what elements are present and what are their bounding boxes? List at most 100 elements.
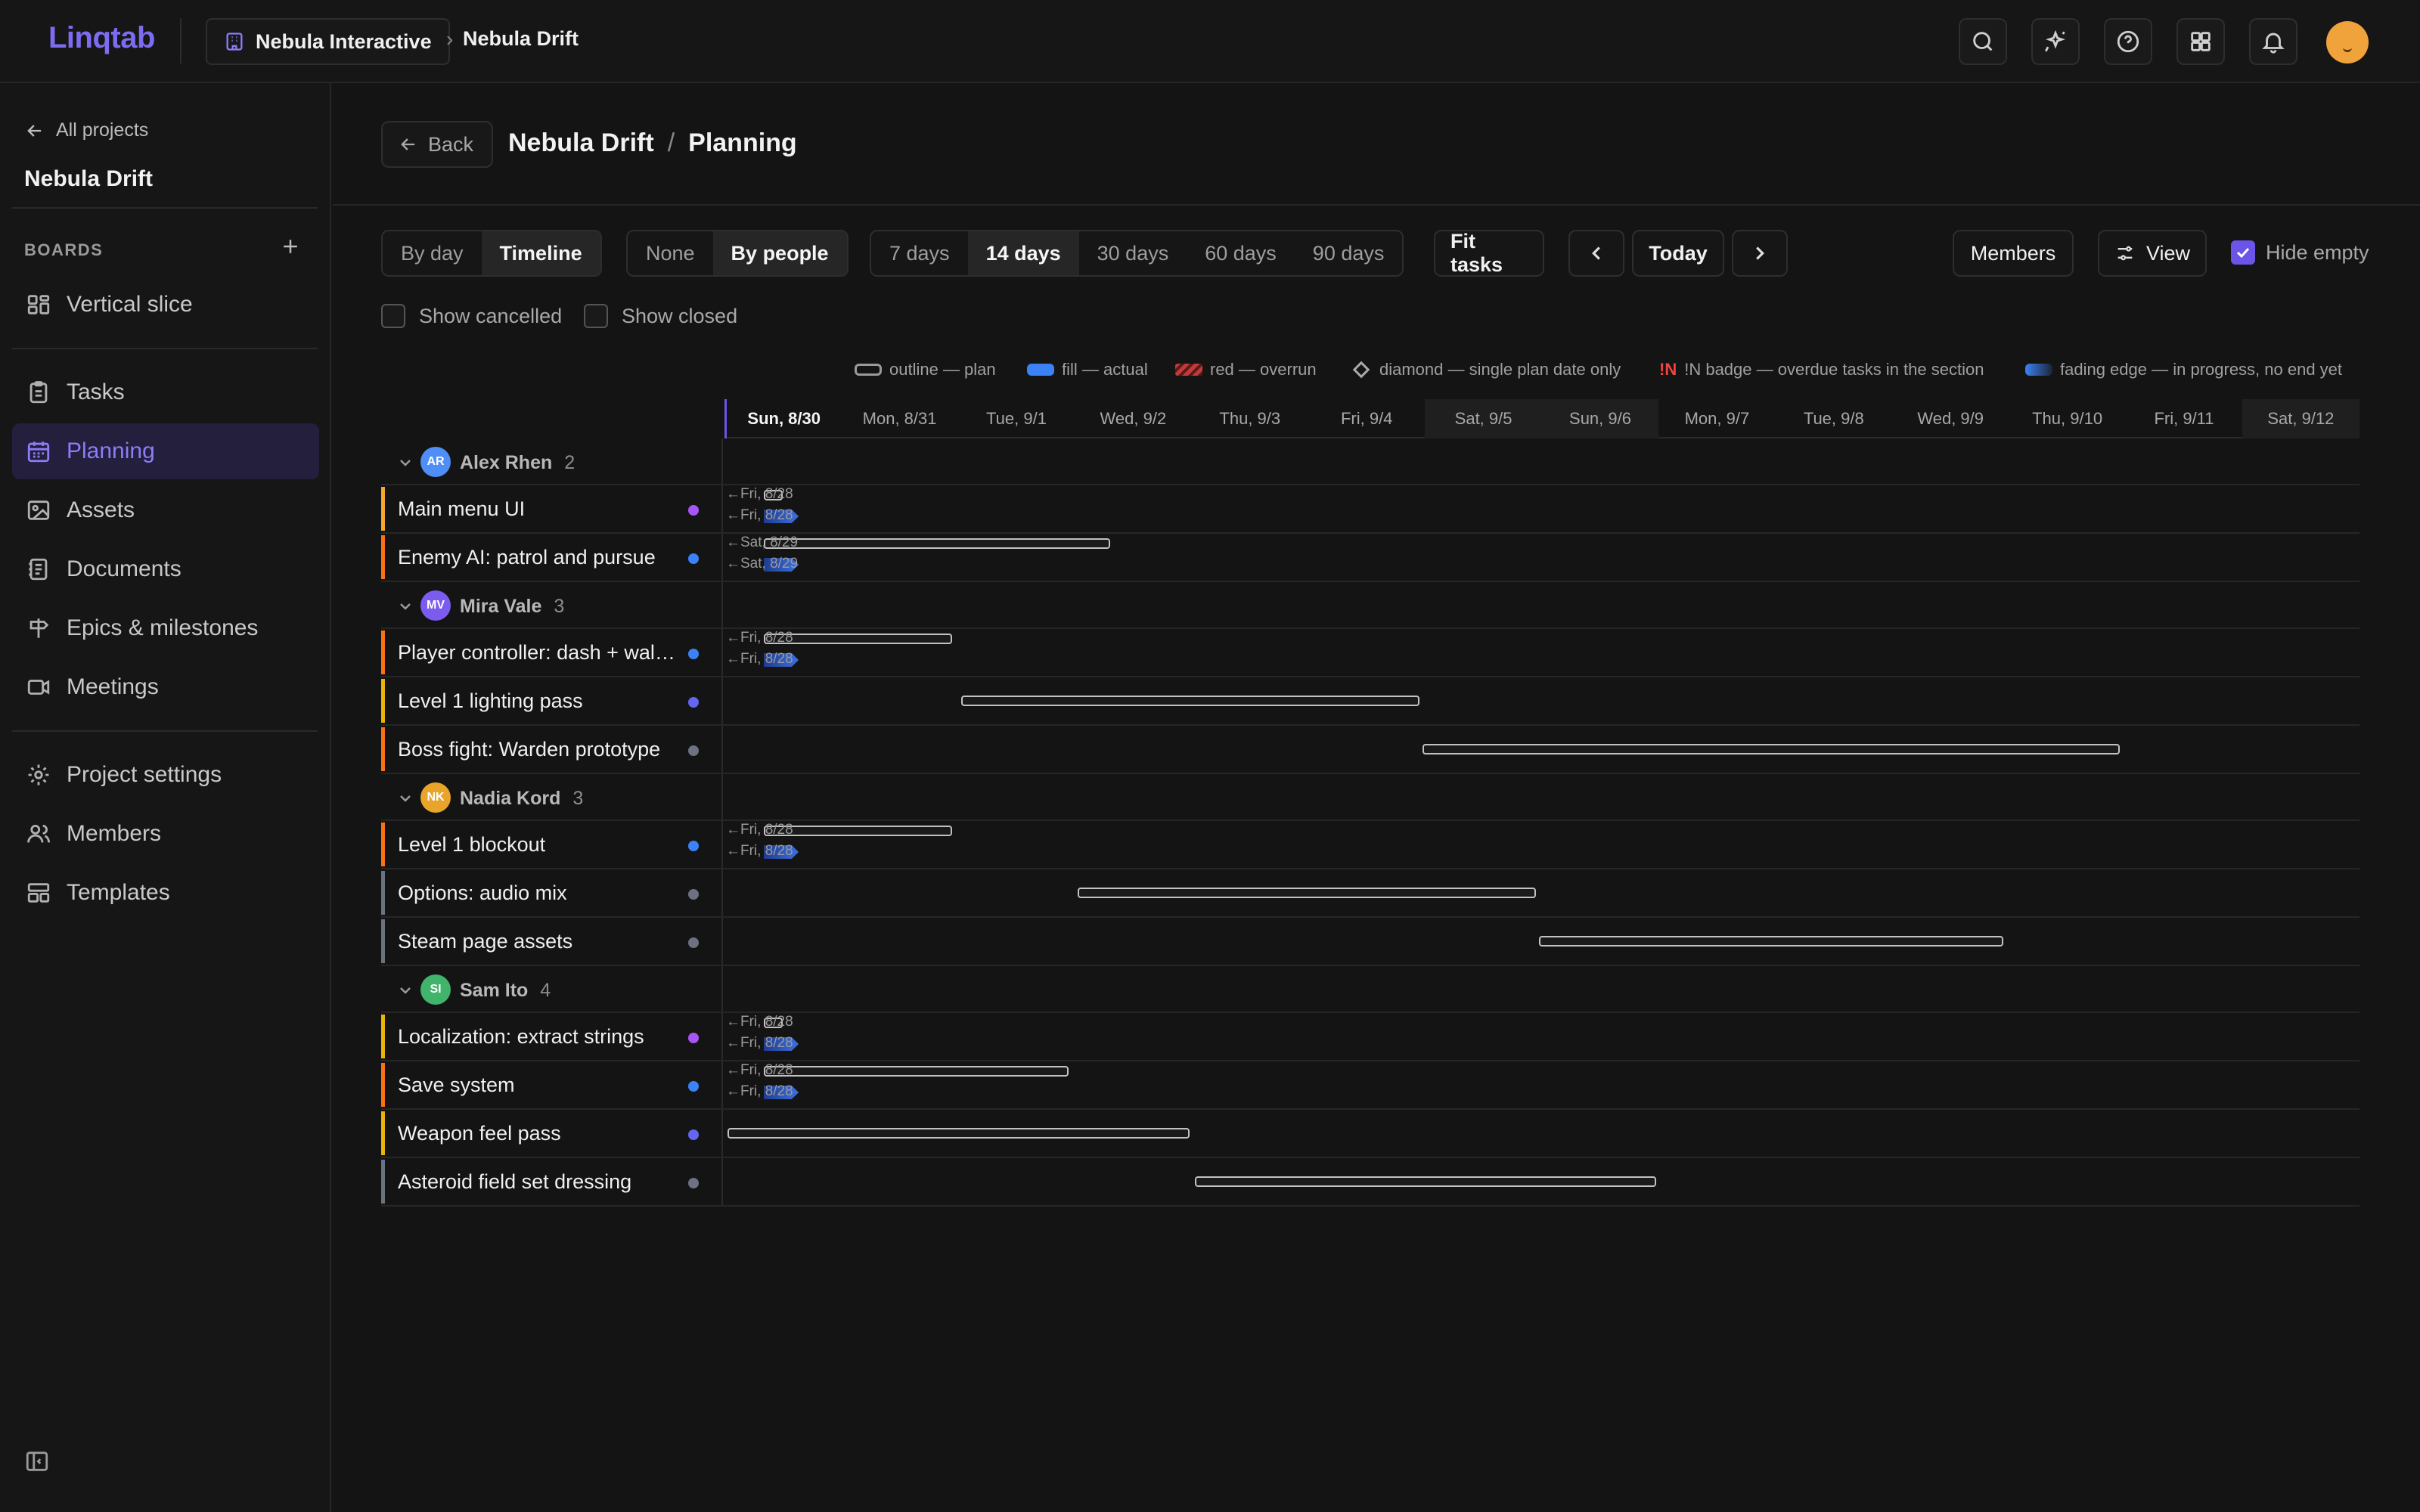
task-name[interactable]: Enemy AI: patrol and pursue [398, 546, 679, 569]
ai-assist-button[interactable] [2031, 18, 2080, 65]
sidebar-item-members[interactable]: Members [12, 806, 319, 862]
task-row[interactable]: Main menu UI ←Fri, 8/28 ←Fri, 8/28 [381, 485, 2360, 534]
notifications-button[interactable] [2249, 18, 2297, 65]
task-name[interactable]: Localization: extract strings [398, 1025, 679, 1049]
people-group-header[interactable]: NK Nadia Kord 3 [381, 774, 2360, 821]
range-30-days[interactable]: 30 days [1079, 231, 1187, 275]
task-row[interactable]: Enemy AI: patrol and pursue ←Sat, 8/29 ←Sa… [381, 534, 2360, 582]
next-button[interactable] [1732, 230, 1788, 277]
task-name[interactable]: Weapon feel pass [398, 1122, 679, 1145]
task-name[interactable]: Boss fight: Warden prototype [398, 738, 679, 761]
task-row[interactable]: Boss fight: Warden prototype [381, 726, 2360, 774]
apps-grid-icon [2191, 32, 2211, 51]
chevron-down-icon[interactable] [396, 789, 414, 807]
task-row[interactable]: Level 1 blockout ←Fri, 8/28 ←Fri, 8/28 [381, 821, 2360, 869]
plan-bar[interactable] [960, 696, 1419, 706]
apps-button[interactable] [2176, 18, 2225, 65]
person-name: Alex Rhen [460, 452, 553, 473]
task-name[interactable]: Steam page assets [398, 930, 679, 953]
plan-bar[interactable] [764, 1066, 1069, 1077]
plan-bar[interactable] [1194, 1176, 1657, 1187]
chevron-down-icon[interactable] [396, 454, 414, 472]
back-button[interactable]: Back [381, 121, 494, 168]
sidebar-item-templates[interactable]: Templates [12, 865, 319, 921]
fit-tasks-button[interactable]: Fit tasks [1434, 230, 1544, 277]
task-status-stripe [381, 1160, 385, 1204]
sidebar-item-label: Tasks [67, 380, 125, 404]
prev-button[interactable] [1568, 230, 1624, 277]
sidebar-item-documents[interactable]: Documents [12, 541, 319, 597]
mode-by-day[interactable]: By day [383, 231, 482, 275]
people-group-header[interactable]: AR Alex Rhen 2 [381, 438, 2360, 485]
collapse-sidebar-icon[interactable] [24, 1448, 50, 1474]
actual-start-label: ←Sat, 8/29 [726, 556, 799, 572]
breadcrumb-project[interactable]: Nebula Drift [463, 27, 579, 51]
task-row[interactable]: Save system ←Fri, 8/28 ←Fri, 8/28 [381, 1061, 2360, 1110]
today-button[interactable]: Today [1632, 230, 1724, 277]
help-button[interactable] [2104, 18, 2152, 65]
show-closed-checkbox[interactable] [584, 304, 608, 328]
plan-bar[interactable] [1539, 936, 2003, 947]
task-name[interactable]: Level 1 lighting pass [398, 689, 679, 713]
clipboard-icon [29, 381, 48, 404]
plan-start-label: ←Fri, 8/28 [726, 486, 793, 502]
range-60-days[interactable]: 60 days [1187, 231, 1295, 275]
sidebar-item-vertical-slice[interactable]: Vertical slice [12, 277, 319, 333]
plan-bar[interactable] [1422, 744, 2121, 754]
sidebar-item-meetings[interactable]: Meetings [12, 659, 319, 715]
task-name[interactable]: Level 1 blockout [398, 833, 679, 857]
sidebar-item-assets[interactable]: Assets [12, 482, 319, 538]
view-button[interactable]: View [2098, 230, 2207, 277]
task-row[interactable]: Level 1 lighting pass [381, 677, 2360, 726]
task-name[interactable]: Save system [398, 1074, 679, 1097]
range-90-days[interactable]: 90 days [1295, 231, 1403, 275]
members-button[interactable]: Members [1953, 230, 2074, 277]
mode-timeline[interactable]: Timeline [481, 231, 600, 275]
search-button[interactable] [1959, 18, 2007, 65]
show-closed-toggle[interactable]: Show closed [584, 304, 737, 328]
chevron-down-icon[interactable] [396, 597, 414, 615]
chevron-down-icon[interactable] [396, 981, 414, 999]
task-row[interactable]: Localization: extract strings ←Fri, 8/28 ←… [381, 1013, 2360, 1061]
range-14-days[interactable]: 14 days [967, 231, 1079, 275]
priority-dot [688, 649, 699, 659]
date-column-header: Wed, 9/2 [1100, 409, 1167, 428]
sidebar-item-label: Vertical slice [67, 292, 193, 317]
task-row[interactable]: Weapon feel pass [381, 1110, 2360, 1158]
user-avatar[interactable] [2326, 21, 2369, 64]
task-name[interactable]: Asteroid field set dressing [398, 1170, 679, 1194]
task-name[interactable]: Options: audio mix [398, 881, 679, 905]
plan-bar[interactable] [764, 538, 1110, 549]
plan-bar[interactable] [1078, 888, 1537, 898]
plan-start-label: ←Fri, 8/28 [726, 822, 793, 838]
all-projects-link[interactable]: All projects [24, 119, 148, 141]
task-row[interactable]: Options: audio mix [381, 869, 2360, 918]
people-group-header[interactable]: MV Mira Vale 3 [381, 582, 2360, 629]
task-row[interactable]: Steam page assets [381, 918, 2360, 966]
show-cancelled-toggle[interactable]: Show cancelled [381, 304, 562, 328]
timeline-legend: outline — plan fill — actual red — overr… [0, 360, 2420, 383]
plan-start-label: ←Fri, 8/28 [726, 1014, 793, 1030]
task-name[interactable]: Main menu UI [398, 497, 679, 521]
add-board-button[interactable] [277, 233, 304, 260]
fade-swatch [2025, 364, 2052, 376]
group-by-people[interactable]: By people [712, 231, 847, 275]
legend-badge: !N !N badge — overdue tasks in the sectio… [1659, 360, 1984, 380]
show-cancelled-checkbox[interactable] [381, 304, 405, 328]
app-logo[interactable]: Linqtab [48, 21, 155, 55]
sidebar-item-epics[interactable]: Epics & milestones [12, 600, 319, 656]
range-7-days[interactable]: 7 days [871, 231, 968, 275]
group-none[interactable]: None [628, 231, 713, 275]
sidebar-divider [12, 207, 318, 209]
hide-empty-checkbox[interactable] [2231, 240, 2255, 265]
task-name[interactable]: Player controller: dash + wall jump [398, 641, 679, 665]
sidebar-item-project-settings[interactable]: Project settings [12, 747, 319, 803]
hide-empty-toggle[interactable]: Hide empty [2231, 240, 2369, 265]
sidebar-item-planning[interactable]: Planning [12, 423, 319, 479]
org-switcher[interactable]: Nebula Interactive [206, 18, 450, 65]
page-title-project[interactable]: Nebula Drift [508, 129, 654, 158]
task-row[interactable]: Asteroid field set dressing [381, 1158, 2360, 1207]
plan-bar[interactable] [728, 1128, 1190, 1139]
task-row[interactable]: Player controller: dash + wall jump ←Fri,… [381, 629, 2360, 677]
people-group-header[interactable]: SI Sam Ito 4 [381, 966, 2360, 1013]
